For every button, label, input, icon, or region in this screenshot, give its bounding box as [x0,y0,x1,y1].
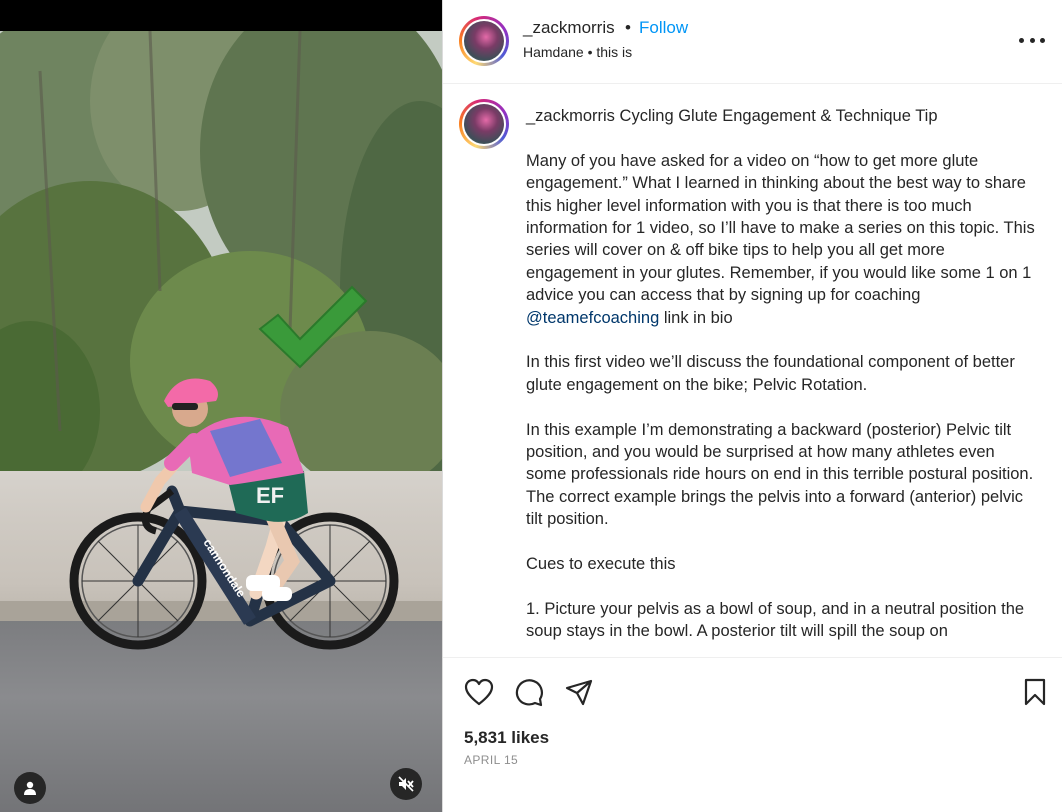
mute-button[interactable] [390,768,422,800]
dot [1040,37,1045,43]
post-date: APRIL 15 [464,753,519,767]
location-subtitle[interactable]: Hamdane • this is [523,44,632,60]
follow-button[interactable]: Follow [639,18,688,38]
media-top-bar [0,0,442,31]
tagged-users-button[interactable] [14,772,46,804]
caption-title: Cycling Glute Engagement & Technique Tip [619,107,938,125]
share-button[interactable] [563,676,595,708]
caption-username[interactable]: _zackmorris [526,107,615,125]
action-bar: 5,831 likes APRIL 15 [443,657,1062,812]
video-frame: cannondale EF [0,31,442,812]
author-avatar[interactable] [459,16,509,66]
caption-paragraph-5: 1. Picture your pelvis as a bowl of soup… [526,599,1025,641]
caption-p1-tail: link in bio [659,308,733,327]
caption-title-line: _zackmorris Cycling Glute Engagement & T… [526,105,1036,127]
header-separator: • [625,18,631,37]
like-button[interactable] [463,676,495,708]
caption-paragraph-4: Cues to execute this [526,555,676,574]
user-icon [24,781,36,795]
mention-link[interactable]: @teamefcoaching [526,309,659,327]
more-options-icon[interactable] [1019,30,1045,50]
post-header: _zackmorris • Follow Hamdane • this is [443,0,1062,84]
muted-speaker-icon [398,776,414,792]
dot [1029,37,1035,43]
comment-icon [515,679,543,707]
bookmark-icon [1024,678,1046,706]
caption-paragraph-3: In this example I’m demonstrating a back… [526,420,1034,529]
caption-text: _zackmorris Cycling Glute Engagement & T… [526,105,1036,643]
caption-paragraph-1: Many of you have asked for a video on “h… [526,150,1036,329]
comment-button[interactable] [513,676,545,708]
avatar-photo [464,21,504,61]
caption-paragraph-2: In this first video we’ll discuss the fo… [526,353,1015,394]
send-icon [565,679,593,706]
heart-icon [464,678,494,706]
caption-area: _zackmorris Cycling Glute Engagement & T… [443,85,1062,657]
dot [1019,37,1024,43]
shorts-logo-text: EF [256,483,284,508]
avatar-photo [464,104,504,144]
post-side-panel: _zackmorris • Follow Hamdane • this is _… [442,0,1062,812]
caption-author-avatar[interactable] [459,99,509,149]
likes-count[interactable]: 5,831 likes [464,728,549,748]
caption-p1-text: Many of you have asked for a video on “h… [526,151,1035,305]
author-username[interactable]: _zackmorris [523,18,615,38]
post-media[interactable]: cannondale EF [0,0,442,812]
cyclist: cannondale EF [69,378,399,650]
save-button[interactable] [1019,676,1051,708]
